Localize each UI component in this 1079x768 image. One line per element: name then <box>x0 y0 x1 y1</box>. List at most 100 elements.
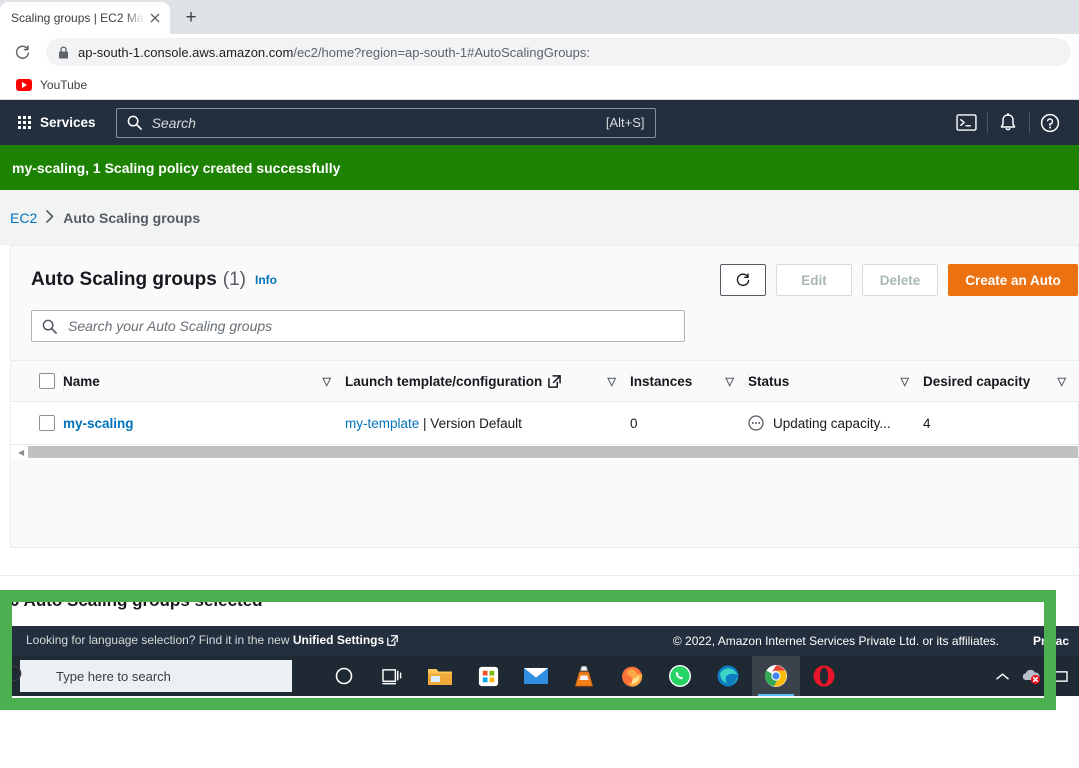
bookmarks-bar: YouTube <box>0 70 1079 100</box>
status-text: Updating capacity... <box>773 415 891 431</box>
system-tray <box>989 656 1079 696</box>
external-link-icon <box>387 635 399 649</box>
table-horizontal-scrollbar[interactable]: ◀ <box>11 445 1078 459</box>
column-header-instances[interactable]: Instances ▽ <box>630 360 748 402</box>
table-head: Name ▽ Launch template/configuration ▽ I… <box>11 360 1079 402</box>
new-tab-button[interactable]: + <box>176 4 206 32</box>
asg-name-link[interactable]: my-scaling <box>63 416 134 431</box>
sort-descending-caret-icon[interactable]: ▽ <box>323 375 331 388</box>
browser-tab[interactable]: Scaling groups | EC2 Manag <box>0 2 170 34</box>
external-link-icon <box>548 374 562 388</box>
pending-status-icon <box>748 415 764 431</box>
url-domain: ap-south-1.console.aws.amazon.com <box>78 44 294 60</box>
success-flash-banner: my-scaling, 1 Scaling policy created suc… <box>0 145 1079 190</box>
firefox-icon[interactable] <box>608 656 656 696</box>
refresh-button[interactable] <box>720 264 766 296</box>
column-header-name[interactable]: Name ▽ <box>63 360 345 402</box>
services-menu-button[interactable]: Services <box>10 109 104 136</box>
scrollbar-thumb[interactable] <box>28 446 1078 458</box>
show-hidden-icons-chevron-up-icon[interactable] <box>989 656 1015 696</box>
bookmark-label: YouTube <box>40 77 88 92</box>
bookmark-youtube[interactable]: YouTube <box>10 76 93 94</box>
sort-descending-caret-icon[interactable]: ▽ <box>726 375 734 388</box>
edit-button[interactable]: Edit <box>776 264 852 296</box>
search-placeholder: Search your Auto Scaling groups <box>68 318 273 334</box>
lock-icon <box>58 45 69 59</box>
resource-count: (1) <box>222 269 247 290</box>
cortana-circle-icon <box>4 664 23 688</box>
footer-right: © 2022, Amazon Internet Services Private… <box>673 634 1069 648</box>
cell-desired-capacity: 4 <box>923 401 1079 445</box>
youtube-icon <box>16 78 32 91</box>
column-header-status[interactable]: Status ▽ <box>748 360 923 402</box>
microsoft-store-icon[interactable] <box>464 656 512 696</box>
delete-button[interactable]: Delete <box>862 264 938 296</box>
row-checkbox[interactable] <box>39 415 55 431</box>
footer-copyright: © 2022, Amazon Internet Services Private… <box>672 634 999 648</box>
cloudshell-icon[interactable] <box>945 100 987 145</box>
create-auto-scaling-group-button[interactable]: Create an Auto <box>948 264 1078 296</box>
task-view-icon[interactable] <box>368 656 416 696</box>
browser-toolbar: ap-south-1.console.aws.amazon.com/ec2/ho… <box>0 34 1079 70</box>
column-divider <box>630 372 631 392</box>
services-label: Services <box>40 115 96 130</box>
column-divider <box>923 372 924 392</box>
vlc-media-player-icon[interactable] <box>560 656 608 696</box>
aws-top-navigation: Services Search [Alt+S] <box>0 100 1079 145</box>
main-content: Auto Scaling groups (1) Info Edit Delete… <box>0 245 1079 710</box>
select-all-checkbox[interactable] <box>39 373 55 389</box>
search-input[interactable]: Search your Auto Scaling groups <box>31 310 685 342</box>
cell-name: my-scaling <box>63 401 345 445</box>
column-header-label: Name <box>63 373 100 389</box>
column-header-desired-capacity[interactable]: Desired capacity ▽ <box>923 360 1079 402</box>
launch-template-link[interactable]: my-template <box>345 416 419 431</box>
asg-table-wrapper: Name ▽ Launch template/configuration ▽ I… <box>11 360 1079 459</box>
cell-launch-template: my-template | Version Default <box>345 401 630 445</box>
sort-descending-caret-icon[interactable]: ▽ <box>608 375 616 388</box>
help-question-icon[interactable] <box>1029 100 1071 145</box>
info-link[interactable]: Info <box>255 273 277 287</box>
onedrive-error-icon[interactable] <box>1018 656 1044 696</box>
opera-icon[interactable] <box>800 656 848 696</box>
breadcrumb-item-ec2[interactable]: EC2 <box>10 210 37 226</box>
breadcrumb-item-current: Auto Scaling groups <box>63 209 201 226</box>
url-text: ap-south-1.console.aws.amazon.com/ec2/ho… <box>78 45 590 60</box>
notifications-bell-icon[interactable] <box>987 100 1029 145</box>
column-header-launch-template[interactable]: Launch template/configuration ▽ <box>345 360 630 402</box>
row-select-cell[interactable] <box>11 401 63 445</box>
table-row[interactable]: my-scaling my-template | Version Default… <box>11 401 1079 445</box>
whatsapp-icon[interactable] <box>656 656 704 696</box>
reload-icon[interactable] <box>8 38 36 66</box>
panel-header: Auto Scaling groups (1) Info Edit Delete… <box>11 246 1078 310</box>
address-bar[interactable]: ap-south-1.console.aws.amazon.com/ec2/ho… <box>46 38 1071 66</box>
footer-language-prompt: Looking for language selection? Find it … <box>26 633 399 649</box>
sort-descending-caret-icon[interactable]: ▽ <box>1058 375 1066 388</box>
table-header-row: Name ▽ Launch template/configuration ▽ I… <box>11 360 1079 402</box>
search-row: Search your Auto Scaling groups <box>11 310 1078 342</box>
close-icon[interactable] <box>146 9 164 27</box>
taskbar-search-placeholder: Type here to search <box>56 668 171 684</box>
privacy-link[interactable]: Privac <box>1033 634 1069 648</box>
column-header-label: Status <box>748 373 790 389</box>
unified-settings-link[interactable]: Unified Settings <box>293 633 384 647</box>
taskbar-search-box[interactable]: Type here to search <box>5 660 292 692</box>
panel-actions: Edit Delete Create an Auto <box>720 264 1078 296</box>
column-header-select-all[interactable] <box>11 360 63 402</box>
column-header-label: Instances <box>630 373 693 389</box>
google-chrome-icon[interactable] <box>752 656 800 696</box>
mail-icon[interactable] <box>512 656 560 696</box>
tab-title: Scaling groups | EC2 Manag <box>11 11 146 25</box>
url-path: /ec2/home?region=ap-south-1#AutoScalingG… <box>293 44 591 60</box>
aws-footer: Looking for language selection? Find it … <box>0 626 1079 656</box>
network-icon[interactable] <box>1047 656 1073 696</box>
microsoft-edge-icon[interactable] <box>704 656 752 696</box>
aws-search-input[interactable]: Search [Alt+S] <box>115 107 656 138</box>
page-title: Auto Scaling groups <box>31 269 217 290</box>
scroll-left-arrow-icon[interactable]: ◀ <box>18 448 24 457</box>
column-divider <box>63 372 64 392</box>
table-body: my-scaling my-template | Version Default… <box>11 401 1079 445</box>
cortana-circle-icon[interactable] <box>320 656 368 696</box>
refresh-icon <box>736 273 750 287</box>
sort-descending-caret-icon[interactable]: ▽ <box>901 375 909 388</box>
file-explorer-icon[interactable] <box>416 656 464 696</box>
